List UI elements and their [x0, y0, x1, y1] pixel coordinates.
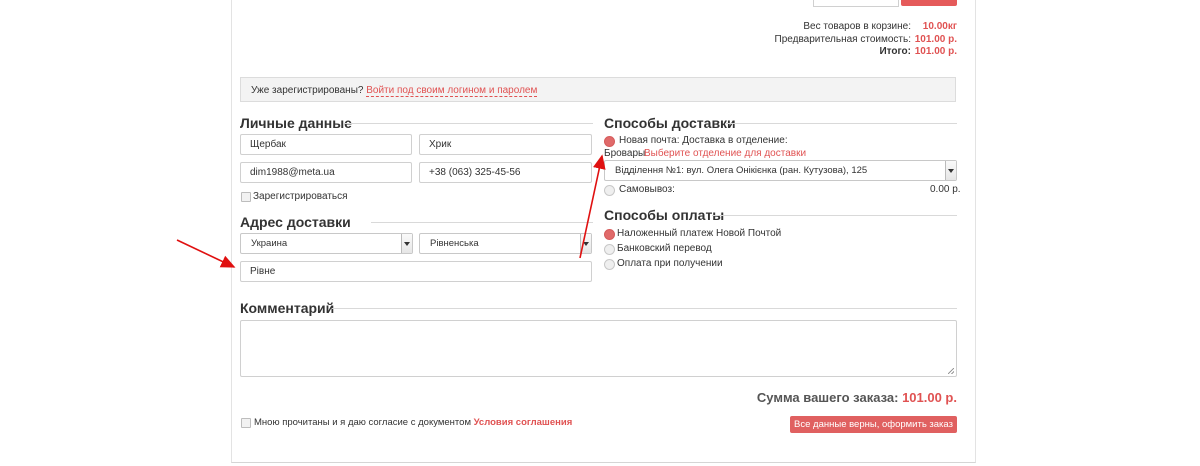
annotation-arrows	[176, 154, 606, 268]
arrow-to-city-icon	[176, 239, 236, 268]
arrow-to-delivery-city-icon	[579, 154, 606, 259]
